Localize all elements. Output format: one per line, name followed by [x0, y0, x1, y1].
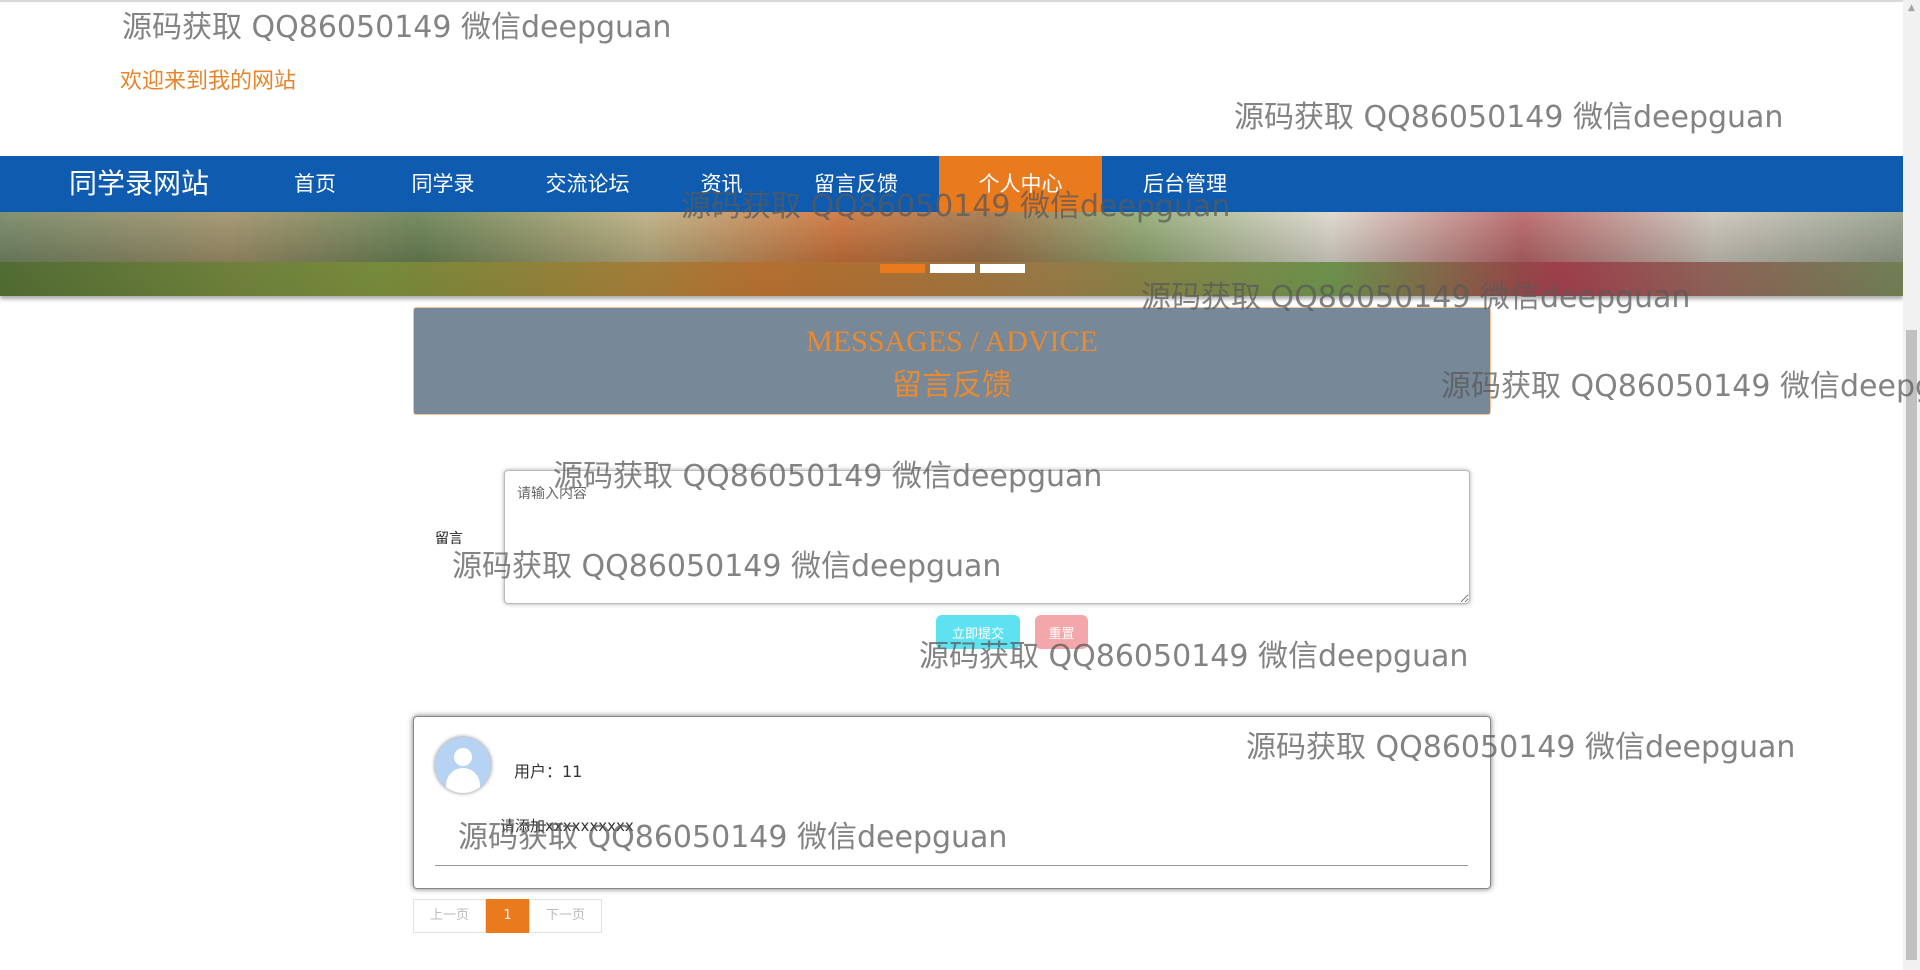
nav-item-personal-center[interactable]: 个人中心 [939, 156, 1102, 212]
top-navbar: 同学录网站 首页 同学录 交流论坛 资讯 留言反馈 个人中心 后台管理 [0, 156, 1903, 212]
submit-button[interactable]: 立即提交 [936, 615, 1020, 649]
nav-item-admin[interactable]: 后台管理 [1124, 156, 1246, 212]
user-avatar-icon [435, 737, 491, 793]
section-title-en: MESSAGES / ADVICE [806, 325, 1098, 358]
watermark-text: 源码获取 QQ86050149 微信deepguan [1441, 369, 1920, 404]
section-title-cn: 留言反馈 [892, 369, 1012, 402]
next-page-button[interactable]: 下一页 [529, 899, 602, 933]
message-label: 留言 [435, 531, 463, 547]
watermark-text: 源码获取 QQ86050149 微信deepguan [1234, 100, 1784, 135]
scroll-thumb[interactable] [1906, 330, 1917, 960]
nav-item-forum[interactable]: 交流论坛 [530, 156, 645, 212]
card-divider [435, 865, 1468, 866]
nav-item-classmates[interactable]: 同学录 [396, 156, 490, 212]
prev-page-button[interactable]: 上一页 [413, 899, 486, 933]
top-border [0, 0, 1903, 2]
message-textarea[interactable] [504, 470, 1470, 604]
nav-item-home[interactable]: 首页 [278, 156, 352, 212]
message-user: 用户：11 [514, 762, 583, 781]
message-card: 用户：11 请添加xxxxxxxxxx [413, 716, 1491, 889]
scroll-up-arrow-icon[interactable]: ▲ [1903, 0, 1920, 17]
carousel-dot-2[interactable] [930, 264, 975, 273]
banner-carousel [0, 212, 1903, 296]
pagination: 上一页 1 下一页 [413, 899, 602, 933]
message-content: 请添加xxxxxxxxxx [500, 817, 634, 835]
section-header: MESSAGES / ADVICE 留言反馈 [413, 307, 1491, 415]
watermark-text: 源码获取 QQ86050149 微信deepguan [122, 10, 672, 45]
carousel-dot-3[interactable] [980, 264, 1025, 273]
carousel-dot-1[interactable] [880, 264, 925, 273]
welcome-text: 欢迎来到我的网站 [120, 69, 297, 94]
nav-item-news[interactable]: 资讯 [682, 156, 761, 212]
page-number-button[interactable]: 1 [486, 899, 529, 933]
site-brand[interactable]: 同学录网站 [69, 156, 209, 212]
reset-button[interactable]: 重置 [1035, 615, 1088, 649]
nav-item-feedback[interactable]: 留言反馈 [800, 156, 912, 212]
vertical-scrollbar[interactable]: ▲ [1903, 0, 1920, 970]
